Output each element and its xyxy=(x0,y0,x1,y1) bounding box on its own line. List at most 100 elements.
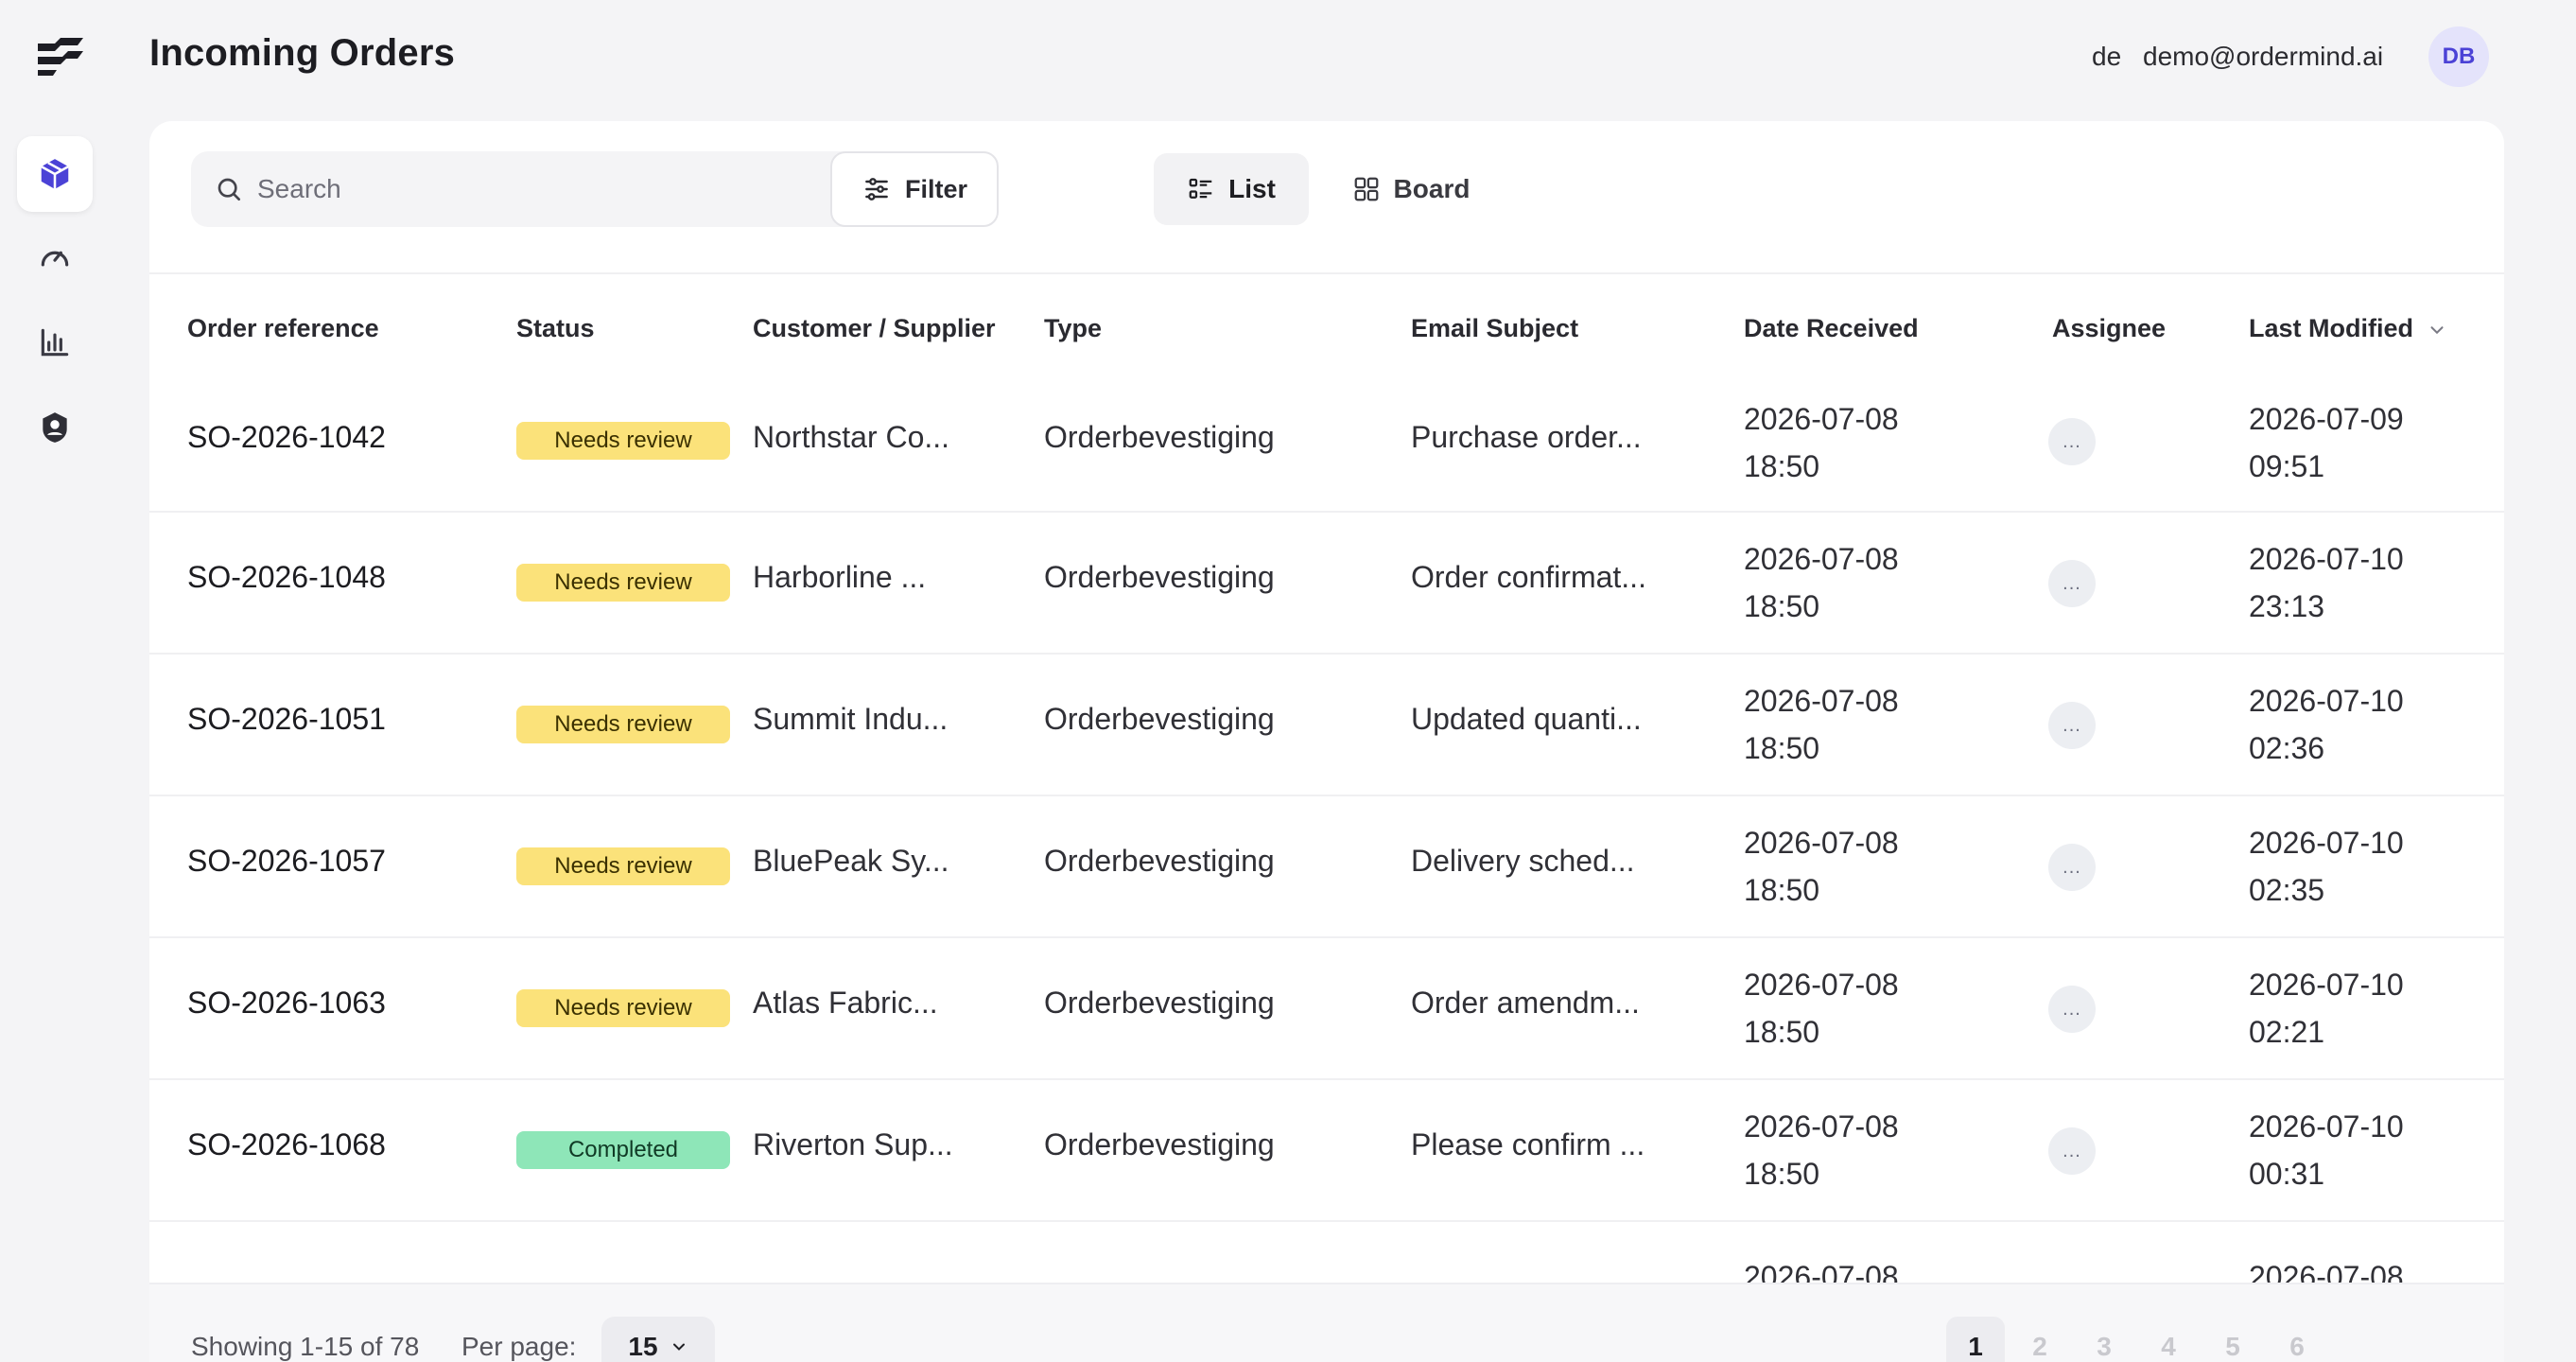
date-received-time: 18:50 xyxy=(1744,1157,1820,1191)
date-received-cell: 2026-07-08 18:50 xyxy=(1744,395,1899,490)
last-modified-cell: 2026-07-10 02:21 xyxy=(2249,961,2404,1056)
customer-cell: Summit Indu... xyxy=(753,702,949,736)
last-modified-time: 02:21 xyxy=(2249,1015,2325,1049)
date-received-date: 2026-07-08 xyxy=(1744,826,1899,860)
app-logo[interactable] xyxy=(34,34,87,79)
subject-cell: Updated quanti... xyxy=(1411,702,1642,736)
last-modified-date: 2026-07-10 xyxy=(2249,968,2404,1002)
column-header-date-received[interactable]: Date Received xyxy=(1744,314,1919,343)
type-cell: Orderbevestiging xyxy=(1044,702,1275,736)
date-received-cell: 2026-07-08 18:50 xyxy=(1744,1103,1899,1197)
status-badge: Needs review xyxy=(516,706,730,743)
avatar[interactable]: DB xyxy=(2428,26,2489,87)
last-modified-cell: 2026-07-10 02:36 xyxy=(2249,677,2404,772)
column-header-type[interactable]: Type xyxy=(1044,314,1102,343)
status-badge: Completed xyxy=(516,1131,730,1169)
filter-button[interactable]: Filter xyxy=(830,151,999,227)
view-toggle-board[interactable]: Board xyxy=(1326,153,1496,225)
last-modified-date: 2026-07-10 xyxy=(2249,826,2404,860)
assignee-avatar[interactable]: ... xyxy=(2048,986,2096,1033)
subject-cell: Order amendm... xyxy=(1411,986,1640,1020)
assignee-avatar[interactable]: ... xyxy=(2048,418,2096,465)
table-row[interactable]: SO-2026-1063 Needs review Atlas Fabric..… xyxy=(149,938,2504,1080)
order-reference[interactable]: SO-2026-1068 xyxy=(187,1127,386,1162)
last-modified-cell: 2026-07-10 00:31 xyxy=(2249,1103,2404,1197)
search-icon xyxy=(218,178,240,201)
table-row[interactable]: SO-2026-1048 Needs review Harborline ...… xyxy=(149,513,2504,655)
date-received-time: 18:50 xyxy=(1744,731,1820,765)
results-count: Showing 1-15 of 78 xyxy=(191,1332,420,1361)
customer-cell: BluePeak Sy... xyxy=(753,844,949,878)
page-button-3[interactable]: 3 xyxy=(2075,1317,2133,1362)
package-icon xyxy=(41,159,69,189)
status-badge: Needs review xyxy=(516,422,730,460)
column-header-customer[interactable]: Customer / Supplier xyxy=(753,314,996,343)
page-button-2[interactable]: 2 xyxy=(2010,1317,2069,1362)
table-row[interactable]: SO-2026-1042 Needs review Northstar Co..… xyxy=(149,371,2504,513)
sidebar-item-dashboard[interactable] xyxy=(17,219,93,295)
date-received-cell: 2026-07-08 18:50 xyxy=(1744,819,1899,914)
date-received-date: 2026-07-08 xyxy=(1744,1109,1899,1144)
page-button-4[interactable]: 4 xyxy=(2139,1317,2198,1362)
view-toggle-list[interactable]: List xyxy=(1154,153,1309,225)
assignee-avatar[interactable]: ... xyxy=(2048,1127,2096,1175)
column-header-order-reference[interactable]: Order reference xyxy=(187,314,379,343)
sidebar-item-orders[interactable] xyxy=(17,136,93,212)
sidebar-item-analytics[interactable] xyxy=(17,305,93,380)
assignee-avatar[interactable]: ... xyxy=(2048,560,2096,607)
date-received-cell: 2026-07-08 18:50 xyxy=(1744,961,1899,1056)
page-button-6[interactable]: 6 xyxy=(2268,1317,2326,1362)
table-row[interactable]: SO-2026-1068 Completed Riverton Sup... O… xyxy=(149,1080,2504,1222)
gauge-icon xyxy=(41,251,69,267)
page-button-1[interactable]: 1 xyxy=(1946,1317,2005,1362)
search-input[interactable] xyxy=(257,174,919,204)
column-header-email-subject[interactable]: Email Subject xyxy=(1411,314,1578,343)
page-button-5[interactable]: 5 xyxy=(2203,1317,2262,1362)
status-badge: Needs review xyxy=(516,564,730,602)
column-header-assignee[interactable]: Assignee xyxy=(2052,314,2166,343)
column-header-last-modified[interactable]: Last Modified xyxy=(2249,314,2447,343)
subject-cell: Please confirm ... xyxy=(1411,1127,1645,1161)
date-received-time: 18:50 xyxy=(1744,1015,1820,1049)
order-reference[interactable]: SO-2026-1051 xyxy=(187,702,386,737)
assignee-avatar[interactable]: ... xyxy=(2048,844,2096,891)
customer-cell: Harborline ... xyxy=(753,560,927,594)
order-reference[interactable]: SO-2026-1042 xyxy=(187,420,386,455)
chevron-down-icon xyxy=(2430,326,2444,335)
sliders-icon xyxy=(865,178,888,201)
customer-cell: Riverton Sup... xyxy=(753,1127,953,1161)
last-modified-time: 02:36 xyxy=(2249,731,2325,765)
column-header-status[interactable]: Status xyxy=(516,314,595,343)
table-row[interactable]: SO-2026-1057 Needs review BluePeak Sy...… xyxy=(149,796,2504,938)
last-modified-time: 02:35 xyxy=(2249,873,2325,907)
orders-panel: Filter List Board Order reference Status… xyxy=(149,121,2504,1362)
order-reference[interactable]: SO-2026-1048 xyxy=(187,560,386,595)
user-email: demo@ordermind.ai xyxy=(2143,42,2384,71)
per-page-select[interactable]: 15 xyxy=(601,1317,715,1362)
chevron-down-icon xyxy=(672,1343,685,1351)
date-received-date: 2026-07-08 xyxy=(1744,968,1899,1002)
list-icon xyxy=(1189,178,1212,199)
last-modified-date: 2026-07-10 xyxy=(2249,542,2404,576)
user-name-truncated: de xyxy=(2092,42,2122,71)
last-modified-date: 2026-07-10 xyxy=(2249,1109,2404,1144)
customer-cell: Northstar Co... xyxy=(753,420,950,454)
toolbar: Filter List Board xyxy=(149,121,2504,274)
last-modified-time: 00:31 xyxy=(2249,1157,2325,1191)
status-badge: Needs review xyxy=(516,847,730,885)
date-received-time: 18:50 xyxy=(1744,449,1820,483)
type-cell: Orderbevestiging xyxy=(1044,844,1275,878)
order-reference[interactable]: SO-2026-1063 xyxy=(187,986,386,1021)
date-received-time: 18:50 xyxy=(1744,873,1820,907)
last-modified-label: Last Modified xyxy=(2249,314,2413,342)
last-modified-date: 2026-07-10 xyxy=(2249,684,2404,718)
assignee-avatar[interactable]: ... xyxy=(2048,702,2096,749)
table-row[interactable]: SO-2026-1051 Needs review Summit Indu...… xyxy=(149,655,2504,796)
sidebar-item-account[interactable] xyxy=(17,390,93,465)
date-received-cell: 2026-07-08 18:50 xyxy=(1744,677,1899,772)
date-received-time: 18:50 xyxy=(1744,589,1820,623)
status-badge: Needs review xyxy=(516,989,730,1027)
subject-cell: Purchase order... xyxy=(1411,420,1642,454)
type-cell: Orderbevestiging xyxy=(1044,986,1275,1020)
order-reference[interactable]: SO-2026-1057 xyxy=(187,844,386,879)
